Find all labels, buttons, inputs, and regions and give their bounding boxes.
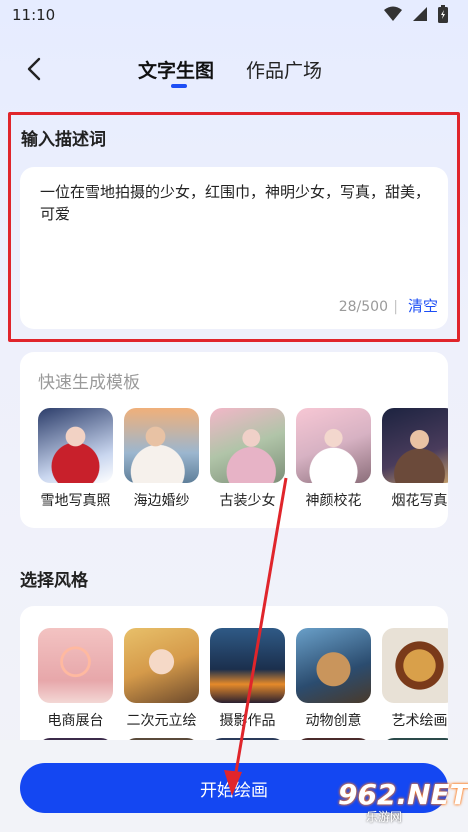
- wifi-icon: [384, 6, 402, 21]
- style-label: 电商展台: [47, 713, 104, 729]
- tab-active-indicator: [171, 84, 187, 88]
- template-label: 烟花写真: [391, 493, 448, 509]
- template-thumb-ancient-girl: [210, 408, 285, 483]
- template-label: 海边婚纱: [133, 493, 190, 509]
- style-label: 艺术绘画: [391, 713, 448, 729]
- watermark-sub: 乐游网: [366, 810, 403, 824]
- template-thumb-beach-wedding: [124, 408, 199, 483]
- prompt-text[interactable]: 一位在雪地拍摄的少女，红围巾，神明少女，写真，甜美，可爱: [40, 181, 435, 225]
- prompt-input-section: 输入描述词 一位在雪地拍摄的少女，红围巾，神明少女，写真，甜美，可爱 28/50…: [8, 112, 460, 342]
- template-item-beach-wedding[interactable]: 海边婚纱: [124, 408, 199, 510]
- style-item-photography[interactable]: 摄影作品: [210, 628, 285, 730]
- template-thumb-campus-beauty: [296, 408, 371, 483]
- style-thumb-anime: [124, 628, 199, 703]
- watermark-logo: 962.NET 乐游网: [326, 778, 468, 826]
- back-arrow-icon: [27, 57, 41, 81]
- signal-icon: [413, 7, 427, 21]
- status-bar: 11:10: [0, 0, 468, 32]
- template-thumb-snow: [38, 408, 113, 483]
- status-time: 11:10: [12, 6, 56, 24]
- style-label: 二次元立绘: [126, 713, 197, 729]
- style-item-ecommerce[interactable]: 电商展台: [38, 628, 113, 730]
- style-card: 电商展台 二次元立绘 摄影作品 动物创意 艺术绘画: [20, 606, 448, 756]
- template-label: 古装少女: [219, 493, 276, 509]
- tab-works-gallery[interactable]: 作品广场: [246, 56, 322, 83]
- watermark-main: 962.NET: [338, 778, 468, 811]
- top-nav: 文字生图 作品广场: [0, 50, 468, 94]
- status-icons: [384, 5, 448, 23]
- style-thumb-ecommerce: [38, 628, 113, 703]
- char-counter: 28/500: [338, 299, 388, 315]
- style-label: 动物创意: [305, 713, 362, 729]
- style-item-anime[interactable]: 二次元立绘: [124, 628, 199, 730]
- prompt-section-title: 输入描述词: [21, 130, 106, 150]
- quick-template-card: 快速生成模板 雪地写真照 海边婚纱 古装少女 神颜校花 烟花写真: [20, 352, 448, 528]
- style-item-animal[interactable]: 动物创意: [296, 628, 371, 730]
- template-item-snow[interactable]: 雪地写真照: [38, 408, 113, 510]
- template-item-fireworks[interactable]: 烟花写真: [382, 408, 448, 510]
- template-label: 雪地写真照: [40, 493, 111, 509]
- battery-icon: [438, 5, 448, 23]
- style-list: 电商展台 二次元立绘 摄影作品 动物创意 艺术绘画: [38, 628, 448, 730]
- style-label: 摄影作品: [219, 713, 276, 729]
- template-label: 神颜校花: [305, 493, 362, 509]
- template-thumb-fireworks: [382, 408, 448, 483]
- template-item-ancient-girl[interactable]: 古装少女: [210, 408, 285, 510]
- start-drawing-label: 开始绘画: [200, 780, 268, 801]
- style-thumb-animal: [296, 628, 371, 703]
- template-list: 雪地写真照 海边婚纱 古装少女 神颜校花 烟花写真: [38, 408, 448, 510]
- style-section-title: 选择风格: [20, 571, 88, 591]
- clear-button[interactable]: 清空: [408, 295, 438, 316]
- style-thumb-art: [382, 628, 448, 703]
- back-button[interactable]: [20, 52, 48, 86]
- style-item-art[interactable]: 艺术绘画: [382, 628, 448, 730]
- template-section-title: 快速生成模板: [38, 373, 140, 393]
- tab-text-to-image[interactable]: 文字生图: [138, 56, 214, 83]
- template-item-campus-beauty[interactable]: 神颜校花: [296, 408, 371, 510]
- prompt-textarea[interactable]: 一位在雪地拍摄的少女，红围巾，神明少女，写真，甜美，可爱 28/500 | 清空: [20, 167, 448, 329]
- counter-divider: |: [393, 299, 398, 315]
- style-thumb-photography: [210, 628, 285, 703]
